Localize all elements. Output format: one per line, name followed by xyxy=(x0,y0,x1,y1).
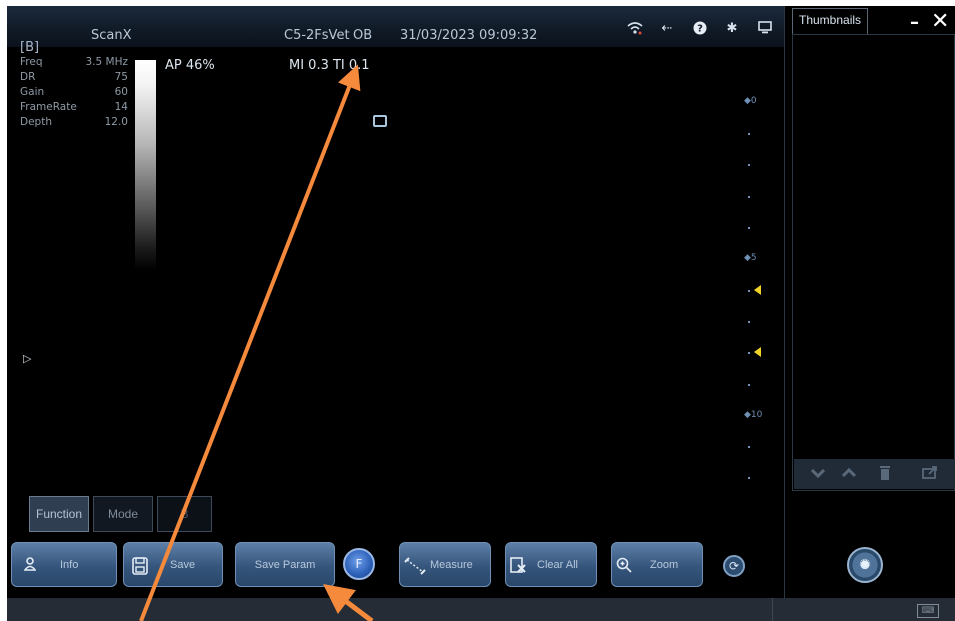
depth-label-10: ◆10 xyxy=(744,410,763,420)
thumbnails-toolbar xyxy=(794,459,955,489)
grayscale-bar xyxy=(135,60,156,270)
acoustic-power: AP 46% xyxy=(165,58,215,73)
mouse-pointer-icon: ▷ xyxy=(23,352,32,365)
help-icon[interactable]: ? xyxy=(691,21,709,37)
zoom-button[interactable]: Zoom xyxy=(611,542,703,587)
freeze-button[interactable]: F xyxy=(343,548,375,580)
focus-marker[interactable] xyxy=(754,285,761,295)
depth-scale: ◆0 ◆5 ◆10 xyxy=(744,96,774,486)
save-param-label: Save Param xyxy=(254,559,316,571)
param-value: 3.5 MHz xyxy=(85,56,128,68)
trackball-icon[interactable]: ✺ xyxy=(847,547,883,583)
zoom-label: Zoom xyxy=(650,559,679,571)
save-button[interactable]: Save xyxy=(123,542,223,587)
param-value: 14 xyxy=(114,101,128,113)
param-row: DR 75 xyxy=(20,70,128,85)
depth-tick xyxy=(748,321,750,323)
param-label: DR xyxy=(20,71,36,83)
floppy-disk-icon xyxy=(132,557,148,575)
depth-tick xyxy=(748,164,750,166)
measure-button[interactable]: Measure xyxy=(399,542,491,587)
clear-all-label: Clear All xyxy=(537,559,578,571)
chevron-up-icon[interactable] xyxy=(839,465,859,483)
depth-label-0: ◆0 xyxy=(744,96,757,106)
close-button[interactable]: ✕ xyxy=(931,9,949,34)
display-icon[interactable] xyxy=(756,21,774,37)
param-row: Depth 12.0 xyxy=(20,115,128,130)
focus-indicator xyxy=(373,115,387,127)
focus-marker[interactable] xyxy=(754,347,761,357)
settings-icon[interactable]: ✱ xyxy=(723,21,741,37)
panel-divider xyxy=(784,6,785,621)
depth-tick xyxy=(748,133,750,135)
save-label: Save xyxy=(170,559,196,571)
mi-ti-readout: MI 0.3 TI 0.1 xyxy=(289,58,370,73)
export-icon[interactable] xyxy=(920,465,940,483)
depth-tick xyxy=(748,352,750,354)
param-label: Gain xyxy=(20,86,45,98)
tab-b[interactable]: B xyxy=(157,496,212,532)
chevron-down-icon[interactable] xyxy=(808,465,828,483)
imaging-mode-tag: [B] xyxy=(20,40,40,55)
bottom-status-bar xyxy=(7,598,955,621)
measure-label: Measure xyxy=(430,559,473,571)
info-label: Info xyxy=(60,559,79,571)
param-value: 12.0 xyxy=(104,116,128,128)
trash-icon[interactable] xyxy=(875,465,895,483)
depth-tick xyxy=(748,477,750,479)
param-row: Gain 60 xyxy=(20,85,128,100)
status-divider xyxy=(772,598,773,621)
svg-text:?: ? xyxy=(697,24,703,35)
param-label: Freq xyxy=(20,56,43,68)
ultrasound-app: ScanX C5-2FsVet OB 31/03/2023 09:09:32 ⇠… xyxy=(7,6,955,621)
param-value: 75 xyxy=(114,71,128,83)
depth-tick xyxy=(748,446,750,448)
param-label: Depth xyxy=(20,116,52,128)
wifi-icon[interactable] xyxy=(626,21,644,37)
tab-function[interactable]: Function xyxy=(29,496,89,532)
minimize-button[interactable]: – xyxy=(910,12,919,33)
tab-mode[interactable]: Mode xyxy=(93,496,153,532)
probe-name[interactable]: C5-2FsVet xyxy=(284,28,350,43)
refresh-icon[interactable]: ⟳ xyxy=(723,555,745,577)
user-icon xyxy=(22,557,38,573)
depth-tick xyxy=(748,196,750,198)
param-value: 60 xyxy=(114,86,128,98)
clear-icon xyxy=(510,557,526,573)
depth-label-5: ◆5 xyxy=(744,253,757,263)
keyboard-icon[interactable]: ⌨ xyxy=(917,604,939,618)
depth-tick xyxy=(748,384,750,386)
usb-icon[interactable]: ⇠ xyxy=(658,21,676,37)
imaging-parameters: [B] Freq 3.5 MHz DR 75 Gain 60 FrameRate 14 … xyxy=(20,41,128,130)
zoom-icon xyxy=(616,557,632,573)
caliper-icon xyxy=(404,557,426,575)
thumbnails-panel: Thumbnails xyxy=(792,6,955,491)
clear-all-button[interactable]: Clear All xyxy=(505,542,597,587)
param-label: FrameRate xyxy=(20,101,77,113)
depth-tick xyxy=(748,227,750,229)
param-row: Freq 3.5 MHz xyxy=(20,55,128,70)
info-button[interactable]: Info xyxy=(11,542,117,587)
save-param-button[interactable]: Save Param xyxy=(235,542,335,587)
param-row: FrameRate 14 xyxy=(20,100,128,115)
tab-thumbnails[interactable]: Thumbnails xyxy=(792,8,868,34)
preset-name[interactable]: OB xyxy=(353,28,372,43)
datetime: 31/03/2023 09:09:32 xyxy=(400,28,538,43)
depth-tick xyxy=(748,290,750,292)
thumbnails-area[interactable] xyxy=(792,34,955,491)
